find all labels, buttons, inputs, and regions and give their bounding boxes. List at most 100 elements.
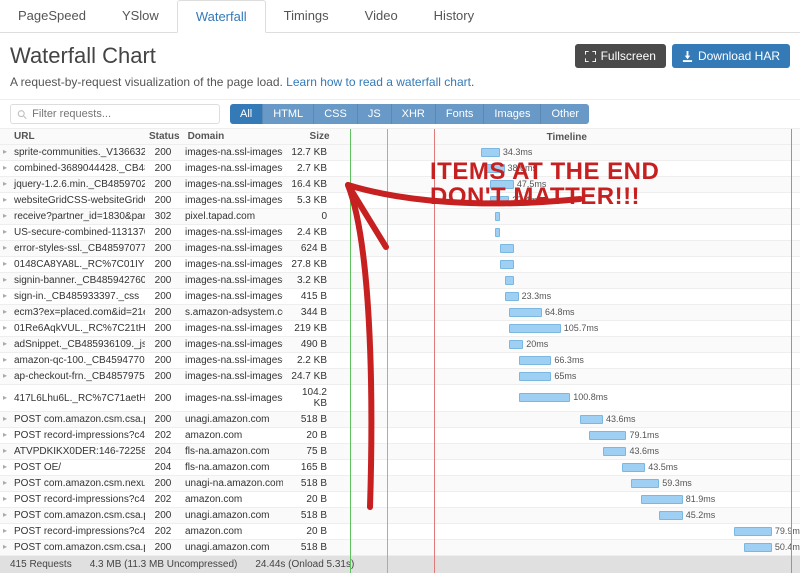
timeline-label: 79.1ms [629, 430, 659, 440]
pill-js[interactable]: JS [358, 104, 392, 124]
table-row[interactable]: 417L6Lhu6L._RC%7C71aetHfg200images-na.ss… [0, 385, 800, 412]
table-row[interactable]: websiteGridCSS-websiteGridC200images-na.… [0, 193, 800, 209]
cell-size: 624 B [283, 241, 331, 256]
cell-size: 2.2 KB [283, 353, 331, 368]
cell-url: US-secure-combined-11313702 [0, 225, 145, 240]
table-row[interactable]: ATVPDKIKX0DER:146-7225873204fls-na.amazo… [0, 444, 800, 460]
download-har-button[interactable]: Download HAR [672, 44, 790, 68]
cell-url: ap-checkout-frn._CB4857975S [0, 369, 145, 384]
cell-domain: images-na.ssl-images-a [181, 353, 283, 368]
cell-size: 12.7 KB [283, 145, 331, 160]
timeline-bar [734, 527, 772, 536]
col-status[interactable]: Status [145, 129, 184, 144]
cell-timeline: 65ms [331, 370, 800, 384]
fullscreen-button[interactable]: Fullscreen [575, 44, 666, 68]
table-row[interactable]: POST com.amazon.csm.csa.pr200unagi.amazo… [0, 412, 800, 428]
timeline-bar [495, 212, 500, 221]
cell-status: 200 [145, 476, 181, 491]
table-row[interactable]: POST record-impressions?c4i202amazon.com… [0, 428, 800, 444]
table-row[interactable]: 01Re6AqkVUL._RC%7C21tHlZ200images-na.ssl… [0, 321, 800, 337]
subtitle-link[interactable]: Learn how to read a waterfall chart [286, 75, 471, 89]
cell-url: POST com.amazon.csm.csa.pr [0, 412, 145, 427]
tab-video[interactable]: Video [347, 0, 416, 32]
table-row[interactable]: signin-banner._CB485942760._200images-na… [0, 273, 800, 289]
pill-xhr[interactable]: XHR [392, 104, 436, 124]
cell-domain: images-na.ssl-images-a [181, 177, 283, 192]
table-row[interactable]: POST record-impressions?c4i202amazon.com… [0, 524, 800, 540]
cell-timeline: 43.5ms [331, 461, 800, 475]
table-row[interactable]: POST com.amazon.csm.csa.pr200unagi.amazo… [0, 540, 800, 556]
subtitle: A request-by-request visualization of th… [0, 71, 800, 99]
table-row[interactable]: 0148CA8YA8L._RC%7C01IY99200images-na.ssl… [0, 257, 800, 273]
cell-size: 20 B [283, 492, 331, 507]
col-domain[interactable]: Domain [184, 129, 286, 144]
cell-status: 200 [145, 321, 181, 336]
timeline-bar [659, 511, 682, 520]
filter-box[interactable] [10, 104, 220, 124]
cell-size: 165 B [283, 460, 331, 475]
col-timeline[interactable]: Timeline [334, 130, 800, 144]
table-row[interactable]: POST record-impressions?c4i202amazon.com… [0, 492, 800, 508]
table-row[interactable]: POST com.amazon.csm.nexus200unagi-na.ama… [0, 476, 800, 492]
cell-timeline [331, 242, 800, 256]
filter-input[interactable] [32, 108, 213, 120]
cell-status: 200 [145, 257, 181, 272]
cell-timeline [331, 210, 800, 224]
timeline-bar [519, 393, 571, 402]
table-row[interactable]: ap-checkout-frn._CB4857975S200images-na.… [0, 369, 800, 385]
timeline-bar [500, 260, 514, 269]
cell-timeline: 100.8ms [331, 391, 800, 405]
cell-status: 200 [145, 305, 181, 320]
cell-domain: images-na.ssl-images-a [181, 145, 283, 160]
table-row[interactable]: US-secure-combined-11313702200images-na.… [0, 225, 800, 241]
timeline-bar [509, 308, 542, 317]
table-row[interactable]: jquery-1.2.6.min._CB48597027200images-na… [0, 177, 800, 193]
table-row[interactable]: ecm3?ex=placed.com&id=21et200s.amazon-ad… [0, 305, 800, 321]
table-row[interactable]: sprite-communities._V1366324200images-na… [0, 145, 800, 161]
table-row[interactable]: POST com.amazon.csm.csa.pr200unagi.amazo… [0, 508, 800, 524]
tab-pagespeed[interactable]: PageSpeed [0, 0, 104, 32]
timeline-bar [509, 324, 561, 333]
timeline-bar [580, 415, 603, 424]
pill-fonts[interactable]: Fonts [436, 104, 485, 124]
tab-waterfall[interactable]: Waterfall [177, 0, 266, 33]
cell-timeline [331, 226, 800, 240]
table-row[interactable]: amazon-qc-100._CB45947708200images-na.ss… [0, 353, 800, 369]
table-row[interactable]: combined-3689044428._CB485200images-na.s… [0, 161, 800, 177]
pill-images[interactable]: Images [484, 104, 541, 124]
cell-url: combined-3689044428._CB485 [0, 161, 145, 176]
timeline-label: 37.4ms [512, 195, 542, 205]
pill-css[interactable]: CSS [314, 104, 358, 124]
timeline-label: 38.6ms [508, 163, 538, 173]
table-row[interactable]: error-styles-ssl._CB48597077200images-na… [0, 241, 800, 257]
tab-yslow[interactable]: YSlow [104, 0, 177, 32]
cell-timeline: 37.4ms [331, 194, 800, 208]
cell-url: receive?partner_id=1830&part [0, 209, 145, 224]
table-row[interactable]: sign-in._CB485933397._css200images-na.ss… [0, 289, 800, 305]
col-size[interactable]: Size [286, 129, 334, 144]
cell-status: 202 [145, 428, 181, 443]
cell-domain: images-na.ssl-images-a [181, 257, 283, 272]
cell-size: 16.4 KB [283, 177, 331, 192]
tab-timings[interactable]: Timings [266, 0, 347, 32]
table-row[interactable]: receive?partner_id=1830&part302pixel.tap… [0, 209, 800, 225]
download-icon [682, 51, 693, 62]
pill-other[interactable]: Other [541, 104, 589, 124]
tab-history[interactable]: History [416, 0, 492, 32]
cell-domain: images-na.ssl-images-a [181, 391, 283, 406]
timeline-label: 100.8ms [573, 392, 608, 402]
cell-domain: unagi.amazon.com [181, 412, 283, 427]
cell-domain: amazon.com [181, 428, 283, 443]
cell-status: 200 [145, 193, 181, 208]
pill-html[interactable]: HTML [263, 104, 314, 124]
cell-timeline: 43.6ms [331, 445, 800, 459]
table-row[interactable]: POST OE/204fls-na.amazon.com165 B43.5ms [0, 460, 800, 476]
cell-timeline: 47.5ms [331, 178, 800, 192]
col-url[interactable]: URL [0, 129, 145, 144]
cell-domain: s.amazon-adsystem.co [181, 305, 283, 320]
cell-size: 75 B [283, 444, 331, 459]
table-row[interactable]: adSnippet._CB485936109._js200images-na.s… [0, 337, 800, 353]
pill-all[interactable]: All [230, 104, 263, 124]
grid-header: URL Status Domain Size Timeline [0, 129, 800, 145]
timeline-label: 23.3ms [522, 291, 552, 301]
